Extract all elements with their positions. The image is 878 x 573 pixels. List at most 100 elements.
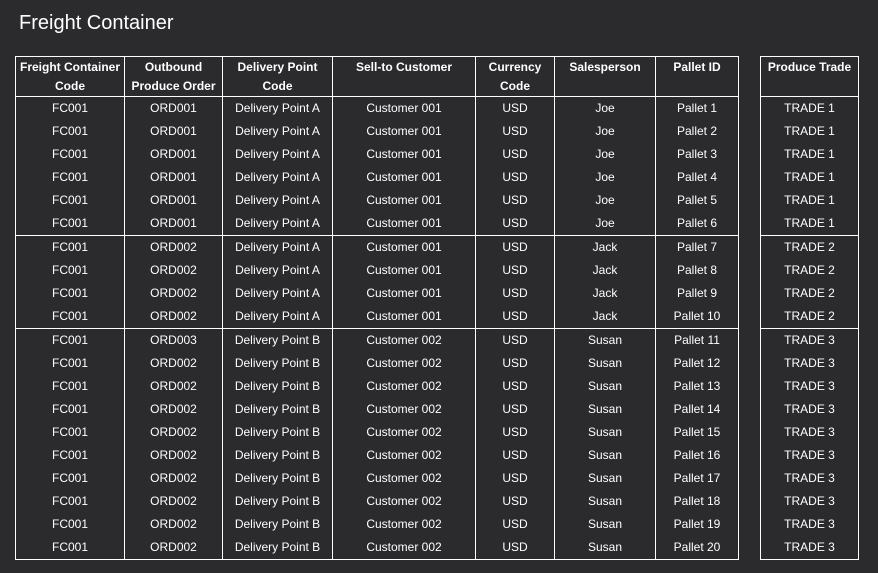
cell-produce-trade[interactable]: TRADE 3 (760, 536, 859, 560)
trade-table-row[interactable]: TRADE 3 (760, 513, 859, 536)
cell-delivery-point-code[interactable]: Delivery Point B (222, 352, 333, 375)
cell-pallet-id[interactable]: Pallet 2 (655, 120, 739, 143)
cell-delivery-point-code[interactable]: Delivery Point B (222, 490, 333, 513)
cell-freight-container-code[interactable]: FC001 (15, 421, 125, 444)
cell-sell-to-customer[interactable]: Customer 001 (332, 120, 476, 143)
table-row[interactable]: FC001 ORD002 Delivery Point B Customer 002 U… (15, 513, 739, 536)
cell-salesperson[interactable]: Susan (554, 375, 656, 398)
cell-sell-to-customer[interactable]: Customer 002 (332, 490, 476, 513)
cell-salesperson[interactable]: Joe (554, 166, 656, 189)
cell-currency-code[interactable]: USD (475, 282, 555, 305)
cell-freight-container-code[interactable]: FC001 (15, 282, 125, 305)
cell-outbound-produce-order[interactable]: ORD002 (124, 235, 223, 259)
cell-outbound-produce-order[interactable]: ORD002 (124, 305, 223, 329)
cell-salesperson[interactable]: Susan (554, 536, 656, 560)
cell-pallet-id[interactable]: Pallet 14 (655, 398, 739, 421)
cell-outbound-produce-order[interactable]: ORD001 (124, 212, 223, 236)
cell-produce-trade[interactable]: TRADE 2 (760, 282, 859, 305)
cell-produce-trade[interactable]: TRADE 2 (760, 235, 859, 259)
cell-sell-to-customer[interactable]: Customer 002 (332, 375, 476, 398)
cell-sell-to-customer[interactable]: Customer 002 (332, 536, 476, 560)
cell-freight-container-code[interactable]: FC001 (15, 352, 125, 375)
cell-pallet-id[interactable]: Pallet 13 (655, 375, 739, 398)
cell-sell-to-customer[interactable]: Customer 002 (332, 467, 476, 490)
cell-sell-to-customer[interactable]: Customer 002 (332, 444, 476, 467)
cell-delivery-point-code[interactable]: Delivery Point B (222, 467, 333, 490)
cell-currency-code[interactable]: USD (475, 212, 555, 236)
cell-produce-trade[interactable]: TRADE 3 (760, 467, 859, 490)
cell-currency-code[interactable]: USD (475, 536, 555, 560)
cell-outbound-produce-order[interactable]: ORD002 (124, 421, 223, 444)
cell-pallet-id[interactable]: Pallet 11 (655, 328, 739, 352)
cell-outbound-produce-order[interactable]: ORD002 (124, 536, 223, 560)
cell-currency-code[interactable]: USD (475, 490, 555, 513)
cell-freight-container-code[interactable]: FC001 (15, 398, 125, 421)
cell-freight-container-code[interactable]: FC001 (15, 235, 125, 259)
cell-produce-trade[interactable]: TRADE 3 (760, 444, 859, 467)
cell-outbound-produce-order[interactable]: ORD001 (124, 189, 223, 212)
trade-table-row[interactable]: TRADE 3 (760, 375, 859, 398)
cell-delivery-point-code[interactable]: Delivery Point B (222, 513, 333, 536)
table-row[interactable]: FC001 ORD002 Delivery Point B Customer 002 U… (15, 398, 739, 421)
trade-table-row[interactable]: TRADE 1 (760, 120, 859, 143)
cell-pallet-id[interactable]: Pallet 15 (655, 421, 739, 444)
cell-outbound-produce-order[interactable]: ORD001 (124, 96, 223, 120)
cell-outbound-produce-order[interactable]: ORD002 (124, 467, 223, 490)
cell-salesperson[interactable]: Jack (554, 305, 656, 329)
cell-pallet-id[interactable]: Pallet 7 (655, 235, 739, 259)
cell-salesperson[interactable]: Susan (554, 398, 656, 421)
cell-delivery-point-code[interactable]: Delivery Point A (222, 282, 333, 305)
cell-produce-trade[interactable]: TRADE 1 (760, 212, 859, 236)
table-row[interactable]: FC001 ORD002 Delivery Point B Customer 002 U… (15, 490, 739, 513)
cell-outbound-produce-order[interactable]: ORD001 (124, 166, 223, 189)
cell-pallet-id[interactable]: Pallet 18 (655, 490, 739, 513)
table-row[interactable]: FC001 ORD002 Delivery Point A Customer 001 U… (15, 282, 739, 305)
cell-freight-container-code[interactable]: FC001 (15, 259, 125, 282)
cell-sell-to-customer[interactable]: Customer 002 (332, 398, 476, 421)
table-row[interactable]: FC001 ORD002 Delivery Point B Customer 002 U… (15, 536, 739, 560)
trade-table-row[interactable]: TRADE 2 (760, 235, 859, 259)
cell-sell-to-customer[interactable]: Customer 002 (332, 328, 476, 352)
cell-pallet-id[interactable]: Pallet 3 (655, 143, 739, 166)
cell-pallet-id[interactable]: Pallet 1 (655, 96, 739, 120)
cell-salesperson[interactable]: Joe (554, 189, 656, 212)
cell-freight-container-code[interactable]: FC001 (15, 120, 125, 143)
trade-table-row[interactable]: TRADE 3 (760, 490, 859, 513)
cell-produce-trade[interactable]: TRADE 3 (760, 490, 859, 513)
cell-salesperson[interactable]: Susan (554, 490, 656, 513)
table-row[interactable]: FC001 ORD003 Delivery Point B Customer 002 U… (15, 328, 739, 352)
trade-table-row[interactable]: TRADE 1 (760, 189, 859, 212)
cell-delivery-point-code[interactable]: Delivery Point A (222, 120, 333, 143)
cell-sell-to-customer[interactable]: Customer 001 (332, 212, 476, 236)
cell-outbound-produce-order[interactable]: ORD003 (124, 328, 223, 352)
trade-table-row[interactable]: TRADE 3 (760, 328, 859, 352)
cell-pallet-id[interactable]: Pallet 9 (655, 282, 739, 305)
cell-salesperson[interactable]: Joe (554, 143, 656, 166)
cell-sell-to-customer[interactable]: Customer 001 (332, 282, 476, 305)
trade-table-row[interactable]: TRADE 3 (760, 536, 859, 560)
cell-pallet-id[interactable]: Pallet 10 (655, 305, 739, 329)
column-header-delivery-point-code[interactable]: Delivery Point Code (222, 56, 333, 97)
table-row[interactable]: FC001 ORD001 Delivery Point A Customer 001 U… (15, 166, 739, 189)
table-row[interactable]: FC001 ORD001 Delivery Point A Customer 001 U… (15, 212, 739, 236)
cell-delivery-point-code[interactable]: Delivery Point B (222, 398, 333, 421)
cell-currency-code[interactable]: USD (475, 467, 555, 490)
cell-freight-container-code[interactable]: FC001 (15, 444, 125, 467)
trade-table-row[interactable]: TRADE 1 (760, 96, 859, 120)
cell-salesperson[interactable]: Jack (554, 259, 656, 282)
cell-freight-container-code[interactable]: FC001 (15, 212, 125, 236)
trade-table-row[interactable]: TRADE 2 (760, 305, 859, 329)
cell-delivery-point-code[interactable]: Delivery Point B (222, 375, 333, 398)
cell-freight-container-code[interactable]: FC001 (15, 143, 125, 166)
table-row[interactable]: FC001 ORD002 Delivery Point B Customer 002 U… (15, 421, 739, 444)
trade-table-row[interactable]: TRADE 3 (760, 421, 859, 444)
cell-produce-trade[interactable]: TRADE 2 (760, 259, 859, 282)
cell-delivery-point-code[interactable]: Delivery Point A (222, 305, 333, 329)
cell-delivery-point-code[interactable]: Delivery Point A (222, 96, 333, 120)
cell-currency-code[interactable]: USD (475, 444, 555, 467)
cell-produce-trade[interactable]: TRADE 3 (760, 398, 859, 421)
cell-sell-to-customer[interactable]: Customer 002 (332, 421, 476, 444)
cell-delivery-point-code[interactable]: Delivery Point B (222, 328, 333, 352)
cell-currency-code[interactable]: USD (475, 259, 555, 282)
column-header-sell-to-customer[interactable]: Sell-to Customer (332, 56, 476, 97)
